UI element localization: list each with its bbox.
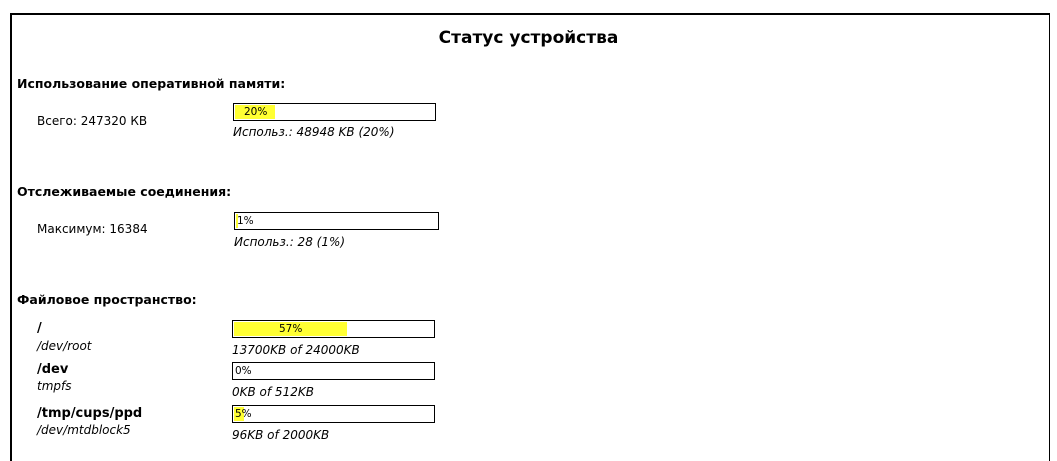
ram-total: Всего: 247320 КВ — [37, 114, 148, 128]
fs-mount-name: /tmp/cups/ppd — [37, 406, 143, 421]
ram-progress-bar: 20% — [233, 103, 436, 121]
fs-device: tmpfs — [37, 379, 72, 393]
ram-progress-label: 20% — [244, 106, 268, 118]
connections-heading: Отслеживаемые соединения: — [17, 184, 232, 199]
ram-heading: Использование оперативной памяти: — [17, 76, 286, 91]
connections-usage: Использ.: 28 (1%) — [234, 235, 346, 249]
fs-progress-label: 0% — [235, 365, 252, 377]
ram-usage: Использ.: 48948 KB (20%) — [233, 125, 395, 139]
page-title: Статус устройства — [438, 28, 619, 48]
fs-progress-label: 5% — [235, 408, 252, 420]
fs-usage: 0KB of 512KB — [232, 385, 314, 399]
fs-progress-bar: 57% — [232, 320, 435, 338]
fs-mount-name: /dev — [37, 362, 69, 377]
connections-max: Максимум: 16384 — [37, 222, 148, 236]
fs-usage: 96KB of 2000KB — [232, 428, 330, 442]
filesystem-heading: Файловое пространство: — [17, 292, 197, 307]
fs-mount-name: / — [37, 321, 42, 336]
fs-progress-bar: 0% — [232, 362, 435, 380]
fs-device: /dev/mtdblock5 — [37, 423, 131, 437]
connections-progress-label: 1% — [237, 215, 254, 227]
connections-progress-bar: 1% — [234, 212, 439, 230]
fs-device: /dev/root — [37, 339, 92, 353]
fs-usage: 13700KB of 24000KB — [232, 343, 360, 357]
fs-progress-bar: 5% — [232, 405, 435, 423]
fs-progress-label: 57% — [279, 323, 303, 335]
